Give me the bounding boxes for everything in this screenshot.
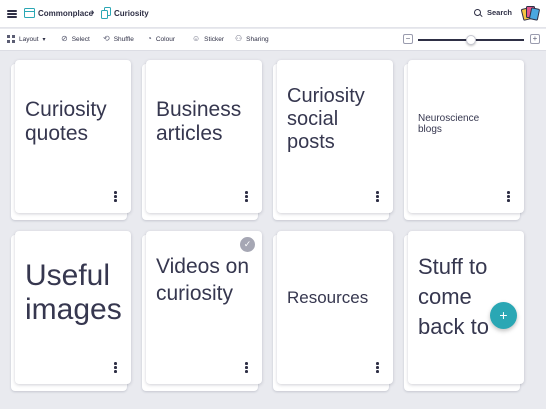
card-useful-images[interactable]: Useful images (15, 231, 131, 384)
caret-down-icon: ▾ (42, 36, 46, 43)
breadcrumb-separator: › (91, 7, 95, 18)
search-label: Search (487, 8, 513, 17)
add-card-button[interactable]: + (490, 302, 517, 329)
hamburger-menu-icon[interactable] (7, 10, 17, 18)
palette-icon: ◔ (147, 34, 152, 43)
people-icon: ⚇ (235, 34, 243, 43)
shuffle-icon: ⟲ (103, 34, 110, 43)
layout-label: Layout (19, 35, 39, 43)
sharing-button[interactable]: ⚇ Sharing (235, 35, 269, 43)
shuffle-label: Shuffle (113, 35, 134, 43)
search-button[interactable]: Search (474, 8, 512, 17)
colour-button[interactable]: ◔ Colour (147, 35, 175, 43)
card-stack: Curiosity social posts (273, 60, 393, 220)
sticker-label: Sticker (204, 35, 225, 43)
board-canvas: Curiosity quotes Business articles Curio… (0, 52, 546, 409)
card-stack: Videos on curiosity (142, 231, 262, 391)
zoom-out-button[interactable]: − (403, 34, 413, 44)
card-curiosity-quotes[interactable]: Curiosity quotes (15, 60, 131, 213)
card-more-icon[interactable] (114, 191, 118, 203)
card-business-articles[interactable]: Business articles (146, 60, 262, 213)
sharing-label: Sharing (246, 35, 269, 43)
grid-icon (7, 35, 15, 43)
sticker-button[interactable]: ☺ Sticker (192, 35, 224, 43)
smiley-icon: ☺ (192, 34, 201, 43)
card-videos-on-curiosity[interactable]: Videos on curiosity (146, 231, 262, 384)
check-circle-icon: ⊘ (61, 34, 68, 43)
card-title: Videos on curiosity (156, 255, 250, 305)
board-stack-icon (101, 7, 111, 19)
app-header: Commonplace › Curiosity Search (0, 0, 546, 28)
card-title: Curiosity quotes (25, 98, 107, 145)
card-stack: Business articles (142, 60, 262, 220)
toolbar: Layout ▾ ⊘ Select ⟲ Shuffle ◔ Colour ☺ S… (0, 29, 546, 51)
zoom-slider[interactable] (418, 35, 524, 45)
card-resources[interactable]: Resources (277, 231, 393, 384)
card-stack: Curiosity quotes (11, 60, 131, 220)
shuffle-button[interactable]: ⟲ Shuffle (103, 35, 134, 43)
card-title: Business articles (156, 98, 242, 145)
zoom-in-button[interactable]: + (530, 34, 540, 44)
card-more-icon[interactable] (245, 191, 249, 203)
app-logo-icon[interactable] (520, 5, 541, 22)
zoom-slider-handle[interactable] (466, 35, 476, 45)
card-more-icon[interactable] (507, 191, 511, 203)
card-stack: Neuroscience blogs (404, 60, 524, 220)
card-more-icon[interactable] (245, 362, 249, 374)
layout-menu-button[interactable]: Layout ▾ (7, 35, 46, 43)
card-stack: Useful images (11, 231, 131, 391)
home-board-icon (24, 8, 35, 18)
card-neuroscience-blogs[interactable]: Neuroscience blogs (408, 60, 524, 213)
card-more-icon[interactable] (114, 362, 118, 374)
card-curiosity-social-posts[interactable]: Curiosity social posts (277, 60, 393, 213)
card-more-icon[interactable] (376, 191, 380, 203)
colour-label: Colour (155, 35, 175, 43)
search-icon (474, 8, 482, 17)
card-title: Resources (287, 288, 369, 307)
card-stack: Resources (273, 231, 393, 391)
card-title: Curiosity social posts (287, 85, 365, 153)
breadcrumb-home[interactable]: Commonplace (38, 9, 93, 18)
card-title: Useful images (25, 259, 122, 327)
select-button[interactable]: ⊘ Select (61, 35, 90, 43)
card-more-icon[interactable] (376, 362, 380, 374)
breadcrumb-current: Curiosity (114, 9, 149, 18)
checkmark-badge-icon[interactable]: ✓ (240, 237, 255, 252)
select-label: Select (71, 35, 90, 43)
card-title: Neuroscience blogs (418, 113, 480, 136)
